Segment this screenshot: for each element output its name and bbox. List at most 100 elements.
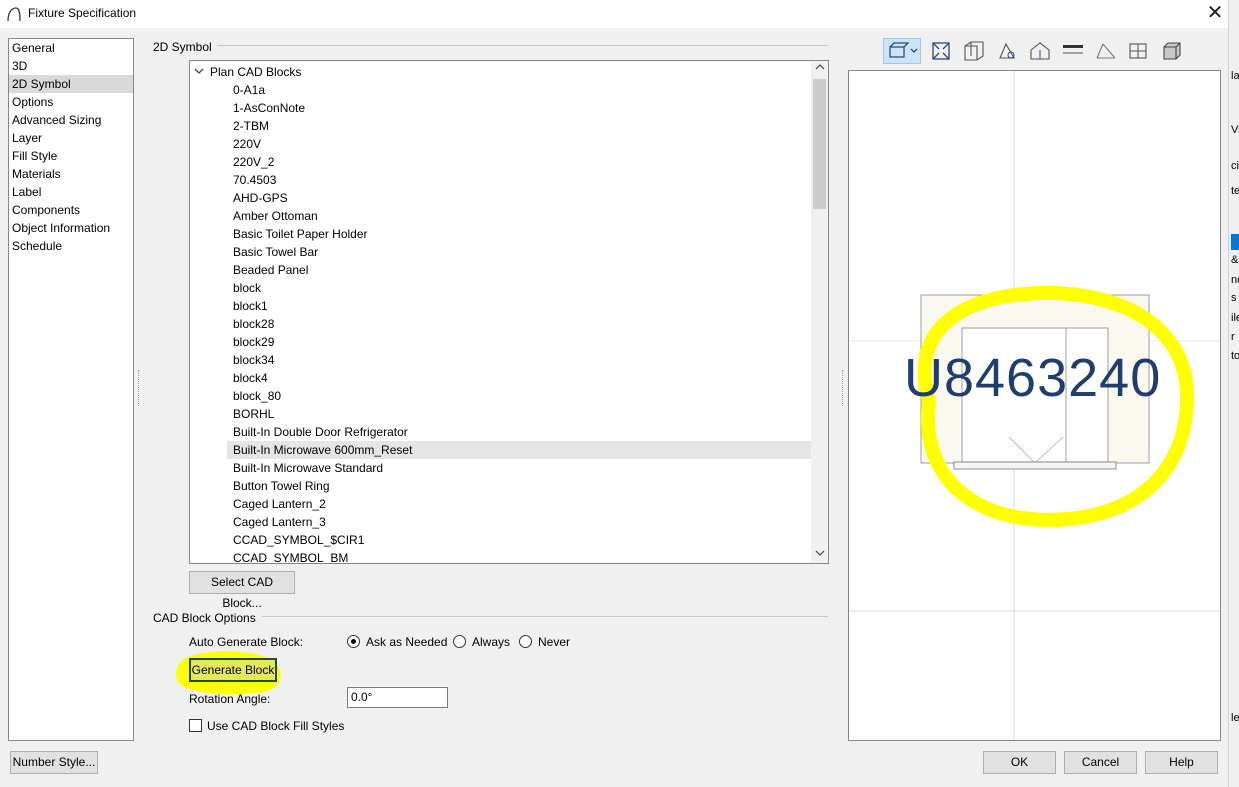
use-fill-styles-checkbox[interactable] (189, 719, 202, 732)
number-style-button[interactable]: Number Style... (10, 751, 98, 774)
preview-toolbar (880, 38, 1200, 66)
scroll-up-arrow-icon[interactable] (811, 61, 828, 77)
preview-pane[interactable]: U8463240 (848, 70, 1221, 741)
tree-item[interactable]: 0-A1a (230, 81, 812, 99)
tree-item[interactable]: block_80 (230, 387, 812, 405)
tree-item[interactable]: block4 (230, 369, 812, 387)
category-list[interactable]: General 3D 2D Symbol Options Advanced Si… (8, 38, 134, 741)
fragment-text: s (1231, 292, 1237, 304)
elevation-view-icon[interactable] (994, 38, 1020, 64)
camera-view-icon[interactable] (883, 38, 921, 64)
left-splitter-handle[interactable] (138, 370, 142, 406)
scrollbar-thumb[interactable] (813, 79, 826, 209)
tree-item[interactable]: CCAD_SYMBOL_BM (230, 549, 812, 563)
fragment-text: le (1231, 712, 1239, 724)
background-window-strip: la Vi ci te & no s ile r to le (1228, 0, 1239, 787)
fill-styles-label: Use CAD Block Fill Styles (207, 719, 345, 733)
fragment-text: r (1231, 331, 1235, 343)
fragment-text: & (1231, 254, 1239, 266)
radio-ask-as-needed[interactable] (347, 635, 360, 648)
group-divider (262, 616, 828, 617)
tree-item-selected[interactable]: Built-In Microwave 600mm_Reset (227, 441, 812, 459)
tree-item[interactable]: block1 (230, 297, 812, 315)
help-button[interactable]: Help (1145, 751, 1218, 774)
close-button[interactable]: ✕ (1204, 2, 1226, 24)
category-item[interactable]: Components (9, 201, 133, 219)
vertical-scrollbar[interactable] (811, 61, 828, 563)
tree-item[interactable]: Beaded Panel (230, 261, 812, 279)
tree-item[interactable]: Basic Toilet Paper Holder (230, 225, 812, 243)
scroll-down-arrow-icon[interactable] (811, 547, 828, 563)
tree-item[interactable]: Caged Lantern_2 (230, 495, 812, 513)
tree-item[interactable]: Basic Towel Bar (230, 243, 812, 261)
category-item[interactable]: Advanced Sizing (9, 111, 133, 129)
tree-item[interactable]: Caged Lantern_3 (230, 513, 812, 531)
tree-item[interactable]: Built-In Microwave Standard (230, 459, 812, 477)
category-item-selected[interactable]: 2D Symbol (9, 75, 133, 93)
category-item[interactable]: Fill Style (9, 147, 133, 165)
cabinet-view-icon[interactable] (1126, 38, 1152, 64)
chevron-down-icon[interactable] (194, 63, 210, 81)
category-item[interactable]: Materials (9, 165, 133, 183)
tree-item[interactable]: Built-In Double Door Refrigerator (230, 423, 812, 441)
cad-block-tree[interactable]: Plan CAD Blocks 0-A1a 1-AsConNote 2-TBM 220… (189, 60, 829, 564)
tree-root-label: Plan CAD Blocks (210, 65, 302, 79)
overlay-annotation-text: U8463240 (904, 348, 1162, 408)
fill-window-icon[interactable] (928, 38, 954, 64)
floor-plan-icon[interactable] (1060, 38, 1086, 64)
fragment-text: ci (1231, 160, 1239, 172)
perspective-view-icon[interactable] (1027, 38, 1053, 64)
tree-item[interactable]: BORHL (230, 405, 812, 423)
category-item[interactable]: Layer (9, 129, 133, 147)
title-bar: Fixture Specification ✕ (0, 0, 1228, 28)
category-item[interactable]: 3D (9, 57, 133, 75)
category-item[interactable]: Object Information (9, 219, 133, 237)
right-splitter-handle[interactable] (842, 370, 846, 406)
symbol-group-title: 2D Symbol (153, 40, 212, 54)
cancel-button[interactable]: Cancel (1064, 751, 1137, 774)
selection-marker (1231, 234, 1239, 250)
tree-item[interactable]: 220V (230, 135, 812, 153)
generate-block-button[interactable]: Generate Block (189, 658, 277, 682)
cad-options-title: CAD Block Options (153, 611, 256, 625)
tree-item[interactable]: CCAD_SYMBOL_$CIR1 (230, 531, 812, 549)
wall-icon[interactable] (1093, 38, 1119, 64)
tree-items: 0-A1a 1-AsConNote 2-TBM 220V 220V_2 70.4503 AH… (227, 81, 812, 563)
fragment-text: la (1231, 70, 1239, 82)
tree-item[interactable]: AHD-GPS (230, 189, 812, 207)
category-item[interactable]: Label (9, 183, 133, 201)
radio-never[interactable] (519, 635, 532, 648)
fragment-text: ile (1231, 312, 1239, 324)
category-item[interactable]: General (9, 39, 133, 57)
tree-item[interactable]: 2-TBM (230, 117, 812, 135)
category-item[interactable]: Schedule (9, 237, 133, 255)
category-item[interactable]: Options (9, 93, 133, 111)
fragment-text: to (1231, 350, 1239, 362)
tree-item[interactable]: block34 (230, 351, 812, 369)
rotation-label: Rotation Angle: (189, 692, 271, 706)
group-divider (217, 45, 828, 46)
tree-item[interactable]: block29 (230, 333, 812, 351)
app-arch-icon (7, 7, 21, 22)
radio-label: Always (472, 635, 511, 649)
fragment-text: te (1231, 185, 1239, 197)
tree-item[interactable]: block (230, 279, 812, 297)
radio-label: Never (538, 635, 571, 649)
window-title: Fixture Specification (28, 6, 137, 20)
radio-label: Ask as Needed (366, 635, 448, 649)
tree-item[interactable]: Button Towel Ring (230, 477, 812, 495)
auto-generate-label: Auto Generate Block: (189, 635, 304, 649)
tree-item[interactable]: Amber Ottoman (230, 207, 812, 225)
tree-item[interactable]: 70.4503 (230, 171, 812, 189)
tree-item[interactable]: block28 (230, 315, 812, 333)
tree-item[interactable]: 1-AsConNote (230, 99, 812, 117)
tree-item[interactable]: 220V_2 (230, 153, 812, 171)
radio-always[interactable] (453, 635, 466, 648)
tree-root[interactable]: Plan CAD Blocks (194, 63, 301, 81)
rotation-angle-field[interactable]: 0.0° (347, 687, 448, 708)
ok-button[interactable]: OK (983, 751, 1056, 774)
plan-view-icon[interactable] (961, 38, 987, 64)
fragment-text: Vi (1231, 124, 1239, 136)
box-view-icon[interactable] (1159, 38, 1185, 64)
select-cad-block-button[interactable]: Select CAD Block... (189, 571, 295, 610)
